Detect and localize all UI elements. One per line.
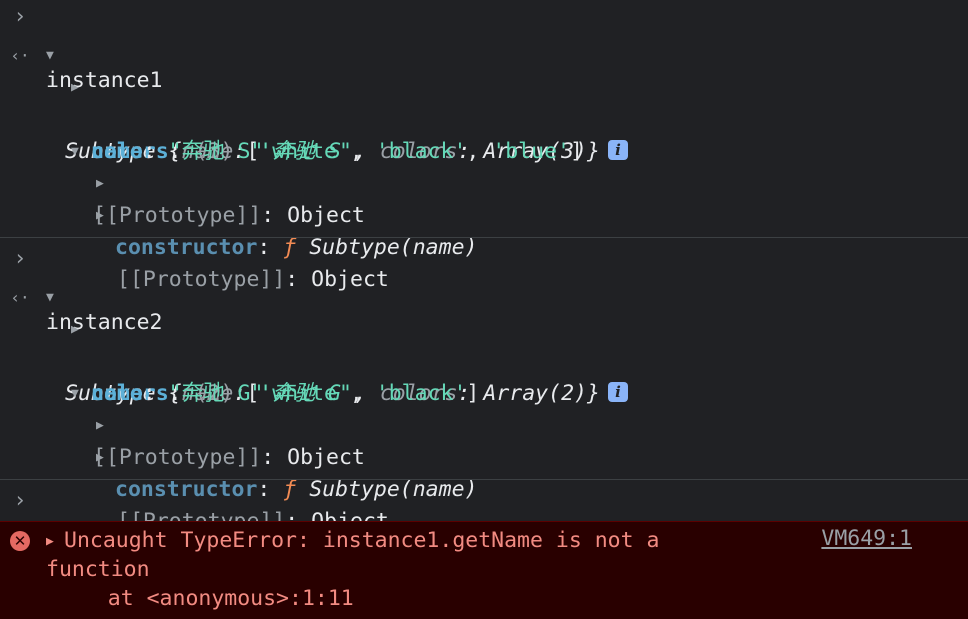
triangle-down-icon[interactable]: ▼ [46,40,54,72]
divider [0,237,968,238]
return-arrow-icon: ‹· [10,46,30,65]
triangle-right-icon[interactable]: ▶ [96,168,104,200]
constructor-property[interactable]: ▶ constructor: ƒ Subtype(name) [0,168,968,260]
error-text-line2: function [46,557,150,582]
console-input-line: › instance1 [0,1,968,93]
triangle-right-icon[interactable]: ▶ [71,72,79,104]
inner-prototype-property[interactable]: ▶ [[Prototype]]: Object [0,442,968,534]
triangle-right-icon[interactable]: ▶ [96,200,104,232]
prototype-property[interactable]: ▼ [[Prototype]]: Object [0,136,968,228]
triangle-down-icon[interactable]: ▼ [71,378,79,410]
chevron-right-icon: › [13,488,27,513]
triangle-down-icon[interactable]: ▼ [46,282,54,314]
triangle-right-icon[interactable]: ▶ [71,314,79,346]
prototype-property[interactable]: ▼ [[Prototype]]: Object [0,378,968,470]
name-property: name: "奔驰 G" [91,381,264,406]
divider [0,479,968,480]
error-circle-icon: ✕ [10,531,30,551]
name-property: name: "奔驰 S" [91,139,264,164]
console-result-line[interactable]: ‹· ▼ Subtype {name: '奔驰 S', colors: Arra… [0,40,968,164]
triangle-down-icon[interactable]: ▼ [71,136,79,168]
source-link[interactable]: VM649:1 [821,526,912,551]
return-arrow-icon: ‹· [10,288,30,307]
console-input-line: › instance2 [0,243,968,335]
chevron-right-icon: › [13,4,27,29]
console-input-line: › instance1.getName() [0,485,968,577]
error-text-line1: Uncaught TypeError: instance1.getName is… [64,528,660,553]
chevron-right-icon: › [13,246,27,271]
error-message: ✕ ▶ Uncaught TypeError: instance1.getNam… [0,521,968,619]
triangle-right-icon[interactable]: ▶ [46,534,54,549]
inner-prototype-property[interactable]: ▶ [[Prototype]]: Object [0,200,968,292]
triangle-right-icon[interactable]: ▶ [96,410,104,442]
console-result-line[interactable]: ‹· ▼ Subtype {name: '奔驰 G', colors: Arra… [0,282,968,406]
constructor-property[interactable]: ▶ constructor: ƒ Subtype(name) [0,410,968,502]
triangle-right-icon[interactable]: ▶ [96,442,104,474]
colors-property[interactable]: ▶ colors: (3) ['white', 'black', 'blue'] [0,72,968,164]
colors-property[interactable]: ▶ colors: (2) ['white', 'black'] [0,314,968,406]
error-stack: at <anonymous>:1:11 [56,586,354,611]
